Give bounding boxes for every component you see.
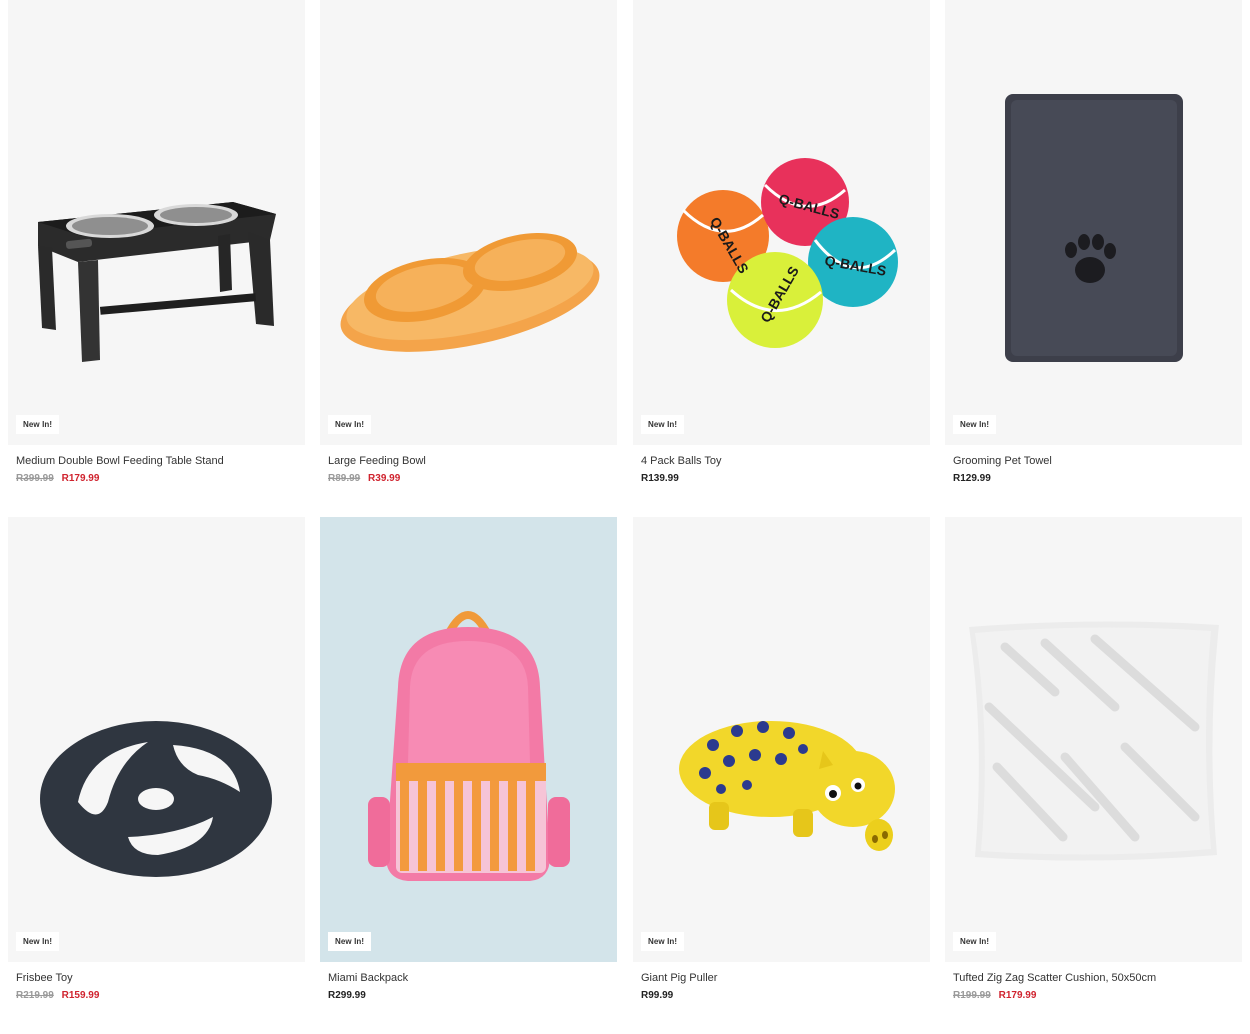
tennis-balls-image: Q-BALLS Q-BALLS Q-BALLS Q-BALLS [677,158,898,348]
product-grid: New In! Medium Double Bowl Feeding Table… [0,0,1250,1034]
product-price: R89.99 R39.99 [328,473,617,484]
product-card[interactable]: New In! Medium Double Bowl Feeding Table… [8,0,305,484]
price: R99.99 [641,990,674,1001]
product-card[interactable]: New In! Frisbee Toy R219.99 R159.99 [8,517,305,1001]
product-price: R139.99 [641,473,930,484]
product-name[interactable]: Grooming Pet Towel [953,455,1242,467]
original-price: R399.99 [16,473,54,484]
pet-towel-image [1005,94,1183,362]
product-name[interactable]: Giant Pig Puller [641,972,930,984]
product-price: R199.99 R179.99 [953,990,1242,1001]
new-in-badge: New In! [328,415,372,434]
price: R299.99 [328,990,366,1001]
product-image[interactable]: New In! [8,517,305,962]
frisbee-image [40,721,272,877]
product-card[interactable]: Q-BALLS Q-BALLS Q-BALLS Q-BALLS New In! … [633,0,930,484]
new-in-badge: New In! [953,415,997,434]
original-price: R199.99 [953,990,991,1001]
product-card[interactable]: New In! Miami Backpack R299.99 [320,517,617,1001]
backpack-image [320,517,617,962]
product-image[interactable]: New In! [633,517,930,962]
product-image[interactable]: Q-BALLS Q-BALLS Q-BALLS Q-BALLS New In! [633,0,930,445]
product-name[interactable]: 4 Pack Balls Toy [641,455,930,467]
sale-price: R39.99 [368,473,401,484]
new-in-badge: New In! [953,932,997,951]
sale-price: R179.99 [998,990,1037,1001]
product-card[interactable]: New In! Grooming Pet Towel R129.99 [945,0,1242,484]
product-price: R99.99 [641,990,930,1001]
feeding-table-stand-image [38,202,276,362]
product-card[interactable]: New In! Large Feeding Bowl R89.99 R39.99 [320,0,617,484]
product-price: R219.99 R159.99 [16,990,305,1001]
original-price: R219.99 [16,990,54,1001]
pig-toy-image [679,721,895,851]
cushion-image [969,621,1219,861]
sale-price: R159.99 [61,990,100,1001]
product-card[interactable]: New In! Tufted Zig Zag Scatter Cushion, … [945,517,1242,1001]
product-price: R299.99 [328,990,617,1001]
product-image[interactable]: New In! [8,0,305,445]
product-image[interactable]: New In! [320,517,617,962]
new-in-badge: New In! [16,415,60,434]
product-card[interactable]: New In! Giant Pig Puller R99.99 [633,517,930,1001]
sale-price: R179.99 [61,473,100,484]
product-price: R399.99 R179.99 [16,473,305,484]
product-image[interactable]: New In! [320,0,617,445]
new-in-badge: New In! [641,932,685,951]
product-name[interactable]: Medium Double Bowl Feeding Table Stand [16,455,305,467]
product-price: R129.99 [953,473,1242,484]
product-image[interactable]: New In! [945,517,1242,962]
feeding-bowl-image [340,232,600,352]
product-name[interactable]: Frisbee Toy [16,972,305,984]
new-in-badge: New In! [16,932,60,951]
product-name[interactable]: Tufted Zig Zag Scatter Cushion, 50x50cm [953,972,1242,984]
product-name[interactable]: Large Feeding Bowl [328,455,617,467]
original-price: R89.99 [328,473,361,484]
new-in-badge: New In! [641,415,685,434]
product-image[interactable]: New In! [945,0,1242,445]
new-in-badge: New In! [328,932,372,951]
product-name[interactable]: Miami Backpack [328,972,617,984]
price: R139.99 [641,473,679,484]
price: R129.99 [953,473,991,484]
